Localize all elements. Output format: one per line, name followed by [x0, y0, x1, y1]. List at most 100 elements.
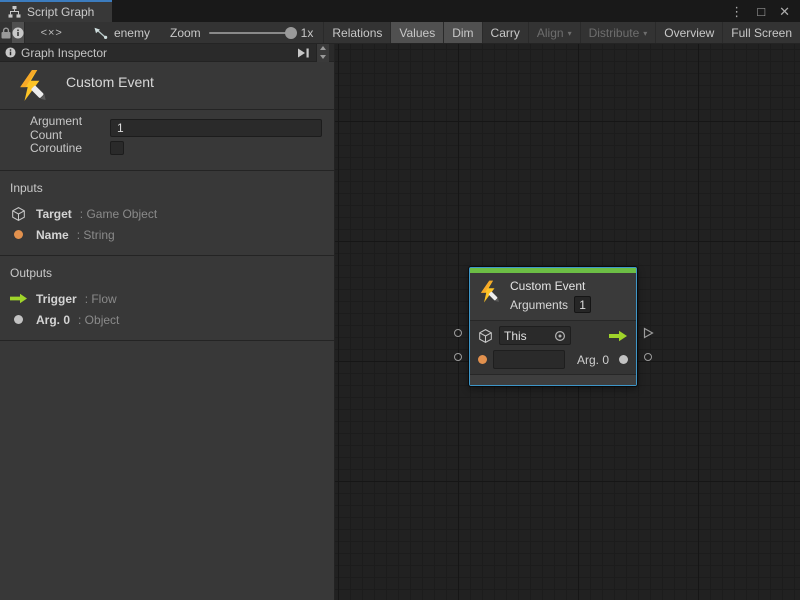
- gameobject-cube-icon: [8, 206, 28, 222]
- arguments-label: Arguments: [510, 298, 568, 312]
- input-port-name[interactable]: [454, 353, 462, 361]
- object-dot-icon: [619, 355, 628, 364]
- object-dot-icon: [8, 315, 28, 324]
- output-port-arg0[interactable]: [644, 353, 652, 361]
- port-type: : String: [77, 228, 115, 242]
- port-name: Trigger: [36, 292, 77, 306]
- chevron-down-icon: ▾: [643, 29, 647, 38]
- unit-title: Custom Event: [66, 74, 154, 90]
- panel-title: Graph Inspector: [21, 46, 107, 60]
- align-dropdown-button[interactable]: Align▾: [529, 22, 581, 43]
- input-row-target: Target : Game Object: [8, 203, 326, 224]
- unit-header: Custom Event: [0, 62, 334, 110]
- output-row-arg0: Arg. 0 : Object: [8, 309, 326, 330]
- tabbar-spacer: [112, 0, 720, 22]
- script-graph-window: Script Graph ⋮ □ ✕ <×> enemy Zoom: [0, 0, 800, 600]
- info-icon: [12, 27, 24, 39]
- argument-count-row: Argument Count: [12, 118, 322, 138]
- relations-label: Relations: [332, 26, 382, 40]
- custom-event-node[interactable]: Custom Event Arguments 1 This: [469, 267, 637, 386]
- port-type: : Object: [78, 313, 119, 327]
- window-menu-icon[interactable]: ⋮: [730, 5, 743, 18]
- tab-script-graph[interactable]: Script Graph: [0, 0, 112, 22]
- graph-hierarchy-icon: [8, 6, 21, 18]
- coroutine-row: Coroutine: [12, 138, 322, 158]
- scroll-up-button[interactable]: [317, 44, 329, 53]
- argument-count-input[interactable]: [110, 119, 322, 137]
- maximize-icon[interactable]: □: [757, 5, 765, 18]
- values-label: Values: [399, 26, 435, 40]
- coroutine-checkbox[interactable]: [110, 141, 124, 155]
- unit-fields: Argument Count Coroutine: [0, 110, 334, 171]
- output-row-trigger: Trigger : Flow: [8, 288, 326, 309]
- full-screen-label: Full Screen: [731, 26, 792, 40]
- preview-code-button[interactable]: <×>: [33, 22, 71, 43]
- coroutine-label: Coroutine: [12, 141, 110, 155]
- toolbar-gap: [71, 22, 83, 43]
- toolbar-gap: [25, 22, 32, 43]
- dim-label: Dim: [452, 26, 473, 40]
- graph-inspector-panel: Graph Inspector Custom Event Argum: [0, 44, 335, 600]
- carry-label: Carry: [491, 26, 520, 40]
- port-name: Arg. 0: [36, 313, 70, 327]
- flow-arrow-icon: [608, 330, 628, 342]
- outputs-section: Outputs Trigger : Flow Arg. 0 : Object: [0, 256, 334, 341]
- triangle-up-icon: [320, 46, 326, 50]
- gameobject-cube-icon: [478, 328, 493, 344]
- node-body: This Arg. 0: [470, 320, 636, 374]
- node-footer: [470, 374, 636, 385]
- port-type: : Flow: [85, 292, 117, 306]
- tab-bar: Script Graph ⋮ □ ✕: [0, 0, 800, 22]
- triangle-down-icon: [320, 55, 326, 59]
- input-port-target[interactable]: [454, 329, 462, 337]
- lock-icon: [1, 27, 11, 39]
- zoom-slider[interactable]: [209, 32, 293, 34]
- info-icon: [5, 47, 16, 58]
- port-name: Target: [36, 207, 72, 221]
- close-icon[interactable]: ✕: [779, 5, 790, 18]
- input-row-name: Name : String: [8, 224, 326, 245]
- output-port-trigger[interactable]: [643, 327, 654, 342]
- lock-button[interactable]: [0, 22, 12, 43]
- zoom-slider-handle[interactable]: [285, 27, 297, 39]
- zoom-control: Zoom 1x: [160, 22, 323, 43]
- tab-title: Script Graph: [27, 5, 94, 19]
- code-icon: <×>: [41, 27, 63, 39]
- node-header[interactable]: Custom Event Arguments 1: [470, 273, 636, 320]
- outputs-heading: Outputs: [10, 266, 326, 280]
- inputs-section: Inputs Target : Game Object Name : Strin…: [0, 171, 334, 256]
- node-row-target: This: [478, 326, 628, 345]
- string-dot-icon: [478, 355, 487, 364]
- full-screen-button[interactable]: Full Screen: [723, 22, 800, 43]
- values-button[interactable]: Values: [391, 22, 444, 43]
- node-arguments: Arguments 1: [510, 296, 591, 313]
- distribute-dropdown-button[interactable]: Distribute▾: [581, 22, 657, 43]
- target-object-dropdown[interactable]: This: [499, 326, 571, 345]
- object-picker-icon[interactable]: [554, 330, 566, 342]
- carry-button[interactable]: Carry: [483, 22, 529, 43]
- overview-label: Overview: [664, 26, 714, 40]
- dim-button[interactable]: Dim: [444, 22, 482, 43]
- toolbar-button-group: Relations Values Dim Carry Align▾ Distri…: [323, 22, 800, 43]
- graph-canvas[interactable]: Custom Event Arguments 1 This: [335, 44, 800, 600]
- scroll-down-button[interactable]: [317, 53, 329, 62]
- panel-scroll-spinner: [316, 44, 329, 62]
- node-row-arg0: Arg. 0: [478, 350, 628, 369]
- script-graph-asset-icon: [93, 27, 108, 39]
- arguments-value-box[interactable]: 1: [574, 296, 591, 313]
- argument-count-label: Argument Count: [12, 114, 110, 142]
- panel-empty-area: [0, 341, 334, 600]
- distribute-label: Distribute: [589, 26, 640, 40]
- name-value-input[interactable]: [493, 350, 565, 369]
- overview-button[interactable]: Overview: [656, 22, 723, 43]
- window-controls: ⋮ □ ✕: [720, 0, 800, 22]
- inspector-toggle-button[interactable]: [12, 22, 25, 43]
- dock-panel-icon[interactable]: [297, 48, 311, 58]
- inputs-heading: Inputs: [10, 181, 326, 195]
- target-value: This: [504, 329, 527, 343]
- graph-inspector-header: Graph Inspector: [0, 44, 334, 62]
- zoom-value: 1x: [301, 26, 314, 40]
- relations-button[interactable]: Relations: [324, 22, 391, 43]
- graph-asset-breadcrumb[interactable]: enemy: [83, 22, 160, 43]
- flow-arrow-icon: [8, 293, 28, 304]
